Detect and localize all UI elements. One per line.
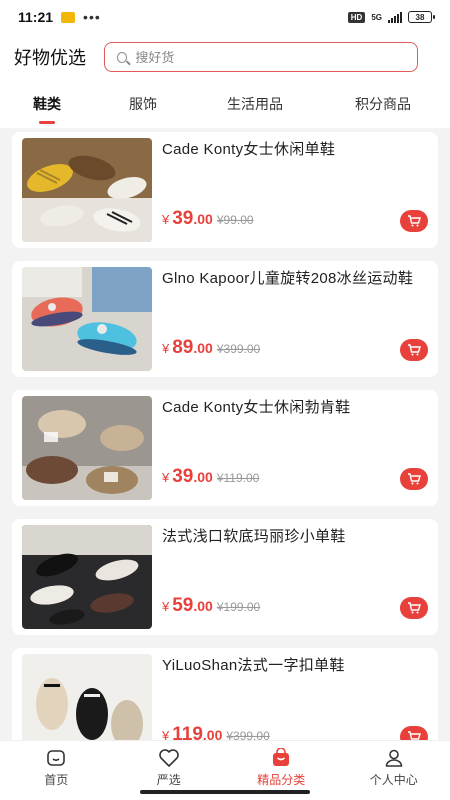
- original-price: ¥119.00: [216, 471, 260, 485]
- add-to-cart-button[interactable]: [400, 468, 428, 490]
- product-card[interactable]: Cade Konty女士休闲勃肯鞋 ¥ 39 .00 ¥119.00: [12, 390, 438, 506]
- price-row: ¥ 39 .00 ¥119.00: [162, 466, 259, 488]
- price-symbol: ¥: [162, 470, 170, 485]
- original-price: ¥99.00: [216, 213, 254, 227]
- nav-label: 严选: [156, 773, 181, 787]
- hd-badge: HD: [347, 11, 366, 23]
- page-title: 好物优选: [14, 48, 86, 68]
- nav-label: 个人中心: [369, 773, 418, 787]
- price-decimal: .00: [193, 469, 213, 485]
- original-price: ¥399.00: [226, 729, 270, 740]
- product-name[interactable]: 法式浅口软底玛丽珍小单鞋: [162, 527, 428, 547]
- price-row: ¥ 119 .00 ¥399.00: [162, 724, 270, 740]
- product-image[interactable]: [22, 654, 152, 740]
- price-decimal: .00: [193, 598, 213, 614]
- cart-icon: [408, 344, 421, 356]
- price-row: ¥ 89 .00 ¥399.00: [162, 337, 260, 359]
- product-name[interactable]: Cade Konty女士休闲单鞋: [162, 140, 428, 160]
- price-decimal: .00: [202, 727, 223, 740]
- status-time: 11:21: [18, 9, 54, 25]
- search-box[interactable]: [104, 42, 418, 72]
- product-name[interactable]: YiLuoShan法式一字扣单鞋: [162, 656, 428, 676]
- product-list[interactable]: Cade Konty女士休闲单鞋 ¥ 39 .00 ¥99.00 Glno Ka…: [0, 128, 450, 740]
- tab-points-goods[interactable]: 积分商品: [355, 94, 411, 114]
- price-decimal: .00: [193, 340, 213, 356]
- add-to-cart-button[interactable]: [400, 726, 428, 740]
- cart-icon: [408, 473, 421, 485]
- price-symbol: ¥: [162, 599, 170, 614]
- original-price: ¥199.00: [216, 600, 261, 614]
- price-symbol: ¥: [162, 212, 170, 227]
- cart-icon: [408, 731, 421, 740]
- notification-icon: [61, 11, 76, 23]
- product-card[interactable]: Cade Konty女士休闲单鞋 ¥ 39 .00 ¥99.00: [12, 132, 438, 248]
- product-image[interactable]: [22, 267, 152, 371]
- more-notifications-icon: •••: [83, 9, 101, 25]
- header: 好物优选: [0, 34, 450, 80]
- add-to-cart-button[interactable]: [400, 597, 428, 619]
- heart-icon: [158, 747, 180, 769]
- user-icon: [383, 747, 405, 769]
- price-decimal: .00: [193, 211, 213, 227]
- tab-daily-goods[interactable]: 生活用品: [227, 94, 283, 114]
- price-integer: 119: [172, 724, 203, 740]
- cart-icon: [408, 602, 421, 614]
- price-integer: 89: [172, 337, 194, 358]
- product-name[interactable]: Glno Kapoor儿童旋转208冰丝运动鞋: [162, 269, 428, 289]
- status-bar: 11:21 ••• HD 5G 38: [0, 0, 450, 34]
- product-image[interactable]: [22, 525, 152, 629]
- product-card[interactable]: Glno Kapoor儿童旋转208冰丝运动鞋 ¥ 89 .00 ¥399.00: [12, 261, 438, 377]
- product-name[interactable]: Cade Konty女士休闲勃肯鞋: [162, 398, 428, 418]
- nav-label: 精品分类: [257, 773, 306, 787]
- add-to-cart-button[interactable]: [400, 339, 428, 361]
- price-symbol: ¥: [162, 728, 170, 740]
- product-image[interactable]: [22, 138, 152, 242]
- price-integer: 39: [172, 466, 194, 487]
- nav-profile[interactable]: 个人中心: [338, 741, 450, 800]
- category-tabs: 鞋类 服饰 生活用品 积分商品: [0, 80, 450, 128]
- search-input[interactable]: [135, 49, 405, 65]
- original-price: ¥399.00: [216, 342, 261, 356]
- search-icon: [117, 51, 128, 63]
- price-integer: 59: [172, 595, 194, 616]
- price-row: ¥ 39 .00 ¥99.00: [162, 208, 254, 230]
- tab-shoes[interactable]: 鞋类: [33, 94, 61, 114]
- home-icon: [45, 747, 67, 769]
- home-indicator[interactable]: [140, 790, 310, 794]
- bottom-nav: 首页 严选 精品分类 个人中心: [0, 740, 450, 800]
- shopping-bag-icon: [270, 747, 292, 769]
- nav-home[interactable]: 首页: [0, 741, 113, 800]
- cart-icon: [408, 215, 421, 227]
- product-card[interactable]: 法式浅口软底玛丽珍小单鞋 ¥ 59 .00 ¥199.00: [12, 519, 438, 635]
- network-type: 5G: [371, 12, 382, 22]
- price-symbol: ¥: [162, 341, 170, 356]
- price-row: ¥ 59 .00 ¥199.00: [162, 595, 260, 617]
- add-to-cart-button[interactable]: [400, 210, 428, 232]
- signal-icon: [388, 11, 402, 23]
- battery-icon: 38: [408, 11, 435, 23]
- product-image[interactable]: [22, 396, 152, 500]
- tab-clothing[interactable]: 服饰: [129, 94, 157, 114]
- product-card[interactable]: YiLuoShan法式一字扣单鞋 ¥ 119 .00 ¥399.00: [12, 648, 438, 740]
- nav-label: 首页: [44, 773, 69, 787]
- price-integer: 39: [172, 208, 194, 229]
